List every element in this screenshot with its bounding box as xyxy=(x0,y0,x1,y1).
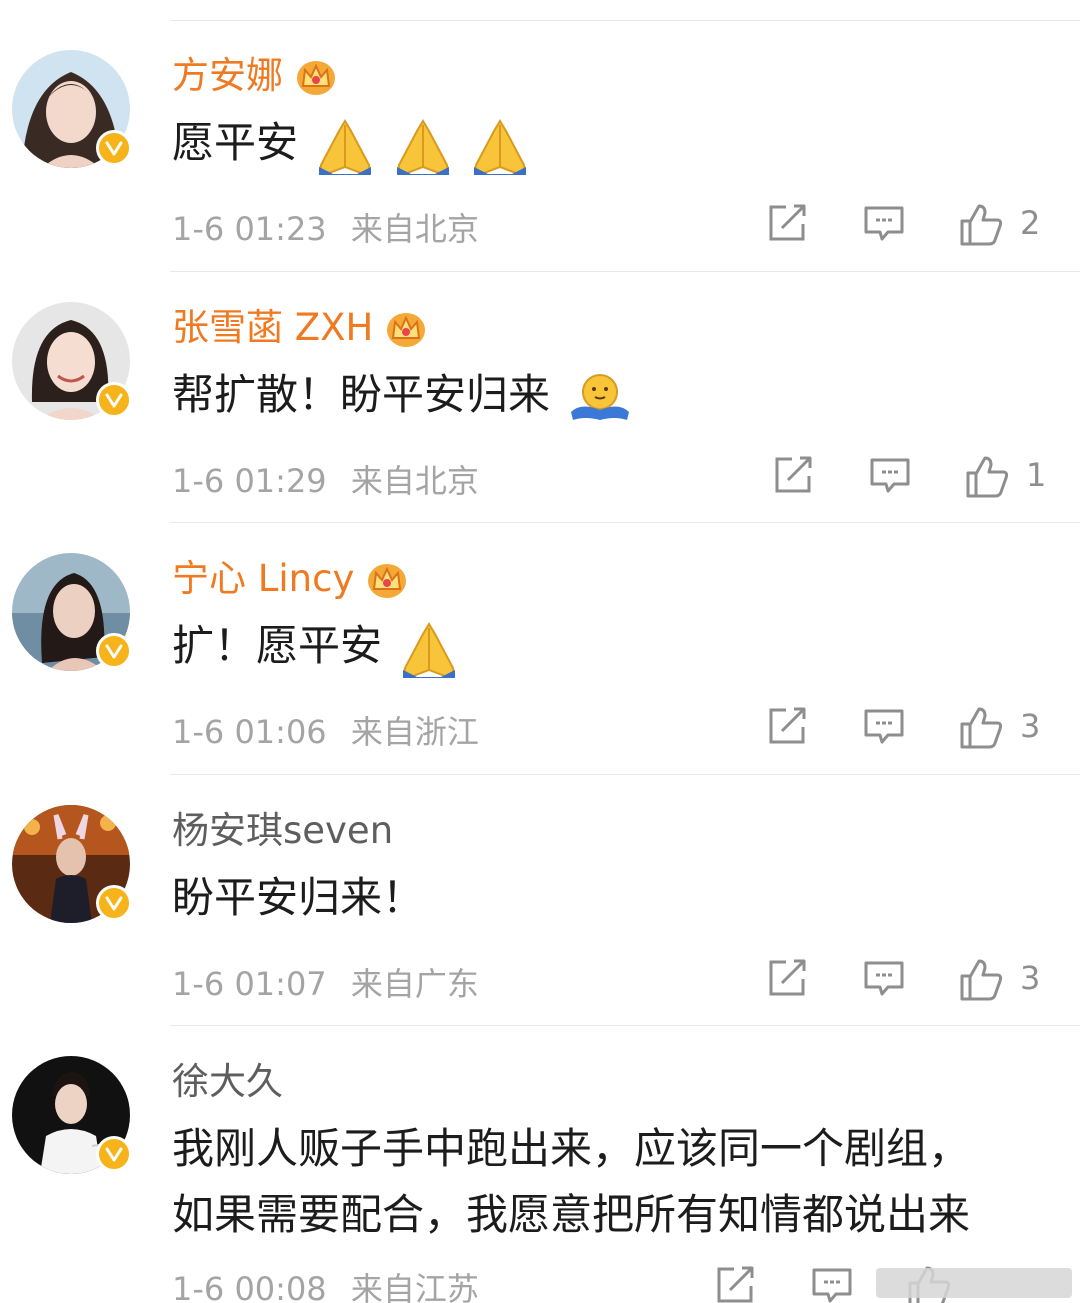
watermark-overlay xyxy=(876,1268,1072,1298)
like-count: 3 xyxy=(1020,707,1041,745)
crown-icon xyxy=(368,564,407,598)
thumbs-up-icon[interactable] xyxy=(958,202,1004,248)
share-icon[interactable] xyxy=(772,454,816,496)
comment-icon[interactable] xyxy=(862,705,906,747)
comment-item: 徐大久 我刚人贩子手中跑出来，应该同一个剧组， 如果需要配合，我愿意把所有知情都… xyxy=(0,1026,1080,1303)
location: 来自北京 xyxy=(350,210,479,248)
comment-icon[interactable] xyxy=(810,1264,854,1303)
comment-text: 帮扩散！盼平安归来 xyxy=(172,362,633,428)
commenter-name[interactable]: 徐大久 xyxy=(172,1060,283,1104)
avatar[interactable] xyxy=(12,302,132,420)
timestamp: 1-6 01:29 xyxy=(172,462,327,500)
verified-badge-icon xyxy=(96,885,132,921)
timestamp: 1-6 00:08 xyxy=(172,1270,327,1303)
comment-icon[interactable] xyxy=(868,454,912,496)
location: 来自浙江 xyxy=(350,713,479,751)
pray-emoji-icon xyxy=(319,118,372,175)
comment-meta: 1-6 01:23 来自北京 xyxy=(172,204,479,250)
crown-icon xyxy=(297,61,335,95)
commenter-name[interactable]: 张雪菡 ZXH xyxy=(172,306,427,350)
avatar[interactable] xyxy=(12,1056,132,1174)
commenter-name[interactable]: 杨安琪seven xyxy=(172,809,393,853)
commenter-name[interactable]: 方安娜 xyxy=(172,54,337,98)
like-count: 3 xyxy=(1020,959,1041,997)
comment-icon[interactable] xyxy=(862,202,906,244)
comment-meta: 1-6 00:08 来自江苏 xyxy=(172,1264,479,1303)
location: 来自广东 xyxy=(350,965,479,1003)
comment-meta: 1-6 01:06 来自浙江 xyxy=(172,707,479,753)
comment-meta: 1-6 01:07 来自广东 xyxy=(172,959,479,1005)
verified-badge-icon xyxy=(96,130,132,166)
timestamp: 1-6 01:06 xyxy=(172,713,327,751)
thumbs-up-icon[interactable] xyxy=(958,957,1004,1003)
avatar[interactable] xyxy=(12,50,132,168)
comment-text: 扩！愿平安 xyxy=(172,613,459,679)
like-count: 1 xyxy=(1026,456,1047,494)
comment-text-line: 如果需要配合，我愿意把所有知情都说出来 xyxy=(172,1190,971,1239)
verified-badge-icon xyxy=(96,382,132,418)
verified-badge-icon xyxy=(96,1136,132,1172)
comment-actions: 3 xyxy=(766,957,1056,1003)
thumbs-up-icon[interactable] xyxy=(964,454,1010,500)
comment-actions: 2 xyxy=(766,202,1056,248)
share-icon[interactable] xyxy=(714,1264,758,1303)
comment-item: 杨安琪seven 盼平安归来！ 1-6 01:07 来自广东 3 xyxy=(0,775,1080,1026)
comment-item: 张雪菡 ZXH 帮扩散！盼平安归来 1-6 01:29 来自北京 1 xyxy=(0,272,1080,523)
like-count: 2 xyxy=(1020,204,1041,242)
comment-text: 愿平安 xyxy=(172,110,530,176)
comment-item: 方安娜 愿平安 1-6 01:23 来自北京 2 xyxy=(0,0,1080,272)
verified-badge-icon xyxy=(96,633,132,669)
avatar[interactable] xyxy=(12,805,132,923)
comment-item: 宁心 Lincy 扩！愿平安 1-6 01:06 来自浙江 3 xyxy=(0,523,1080,775)
hug-emoji-icon xyxy=(571,373,630,420)
comment-actions: 1 xyxy=(772,454,1062,500)
commenter-name[interactable]: 宁心 Lincy xyxy=(172,557,408,601)
crown-icon xyxy=(387,313,426,347)
pray-emoji-icon xyxy=(396,118,449,175)
comment-actions: 3 xyxy=(766,705,1056,751)
location: 来自江苏 xyxy=(350,1270,479,1303)
avatar[interactable] xyxy=(12,553,132,671)
comment-icon[interactable] xyxy=(862,957,906,999)
comment-meta: 1-6 01:29 来自北京 xyxy=(172,456,479,502)
comment-actions xyxy=(714,1264,1072,1303)
location: 来自北京 xyxy=(350,462,479,500)
comment-text: 我刚人贩子手中跑出来，应该同一个剧组， 如果需要配合，我愿意把所有知情都说出来 xyxy=(172,1116,970,1248)
timestamp: 1-6 01:23 xyxy=(172,210,327,248)
comment-text: 盼平安归来！ xyxy=(172,873,425,922)
pray-emoji-icon xyxy=(474,118,527,175)
comment-text-line: 我刚人贩子手中跑出来，应该同一个剧组， xyxy=(172,1124,971,1173)
pray-emoji-icon xyxy=(403,621,456,678)
share-icon[interactable] xyxy=(766,705,810,747)
share-icon[interactable] xyxy=(766,957,810,999)
timestamp: 1-6 01:07 xyxy=(172,965,327,1003)
share-icon[interactable] xyxy=(766,202,810,244)
thumbs-up-icon[interactable] xyxy=(958,705,1004,751)
